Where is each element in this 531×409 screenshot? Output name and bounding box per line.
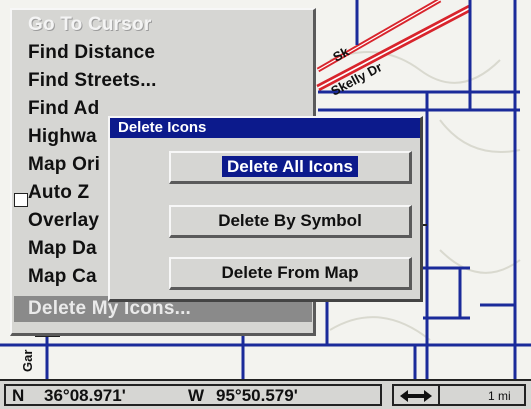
menu-item-map-categories[interactable]: Map Ca [28,264,97,290]
auto-zoom-checkbox[interactable] [14,193,28,207]
delete-icons-dialog: Delete Icons Delete All Icons Delete By … [108,116,423,302]
menu-item-map-orientation[interactable]: Map Ori [28,152,100,178]
menu-item-auto-zoom[interactable]: Auto Z [28,180,89,206]
delete-from-map-label: Delete From Map [221,263,359,282]
latitude-value: 36°08.971' [44,386,126,405]
scale-divider [438,386,440,404]
status-bar: N 36°08.971' W 95°50.579' 1 mi [0,379,531,409]
lon-hemisphere: W [188,386,205,405]
menu-item-map-data[interactable]: Map Da [28,236,97,262]
menu-item-find-distance[interactable]: Find Distance [28,40,155,66]
menu-item-go-to-cursor[interactable]: Go To Cursor [28,12,151,38]
longitude-value: 95°50.579' [216,386,298,405]
lat-hemisphere: N [12,386,25,405]
dialog-title: Delete Icons [110,118,420,138]
street-label-gar: Gar [20,350,35,372]
menu-item-find-streets[interactable]: Find Streets... [28,68,157,94]
menu-item-find-address[interactable]: Find Ad [28,96,99,122]
scale-readout: 1 mi [392,384,526,406]
gps-screen: Sk Skelly Dr Gar Go To Cursor Find Dista… [0,0,531,409]
delete-by-symbol-label: Delete By Symbol [218,211,362,230]
delete-all-icons-button[interactable]: Delete All Icons [169,151,412,184]
scale-value: 1 mi [488,389,511,403]
menu-item-highway[interactable]: Highwa [28,124,97,150]
delete-by-symbol-button[interactable]: Delete By Symbol [169,205,412,238]
delete-from-map-button[interactable]: Delete From Map [169,257,412,290]
position-readout: N 36°08.971' W 95°50.579' [4,384,382,406]
delete-all-icons-label: Delete All Icons [222,156,358,177]
menu-item-overlay[interactable]: Overlay [28,208,99,234]
double-arrow-icon [400,390,432,402]
